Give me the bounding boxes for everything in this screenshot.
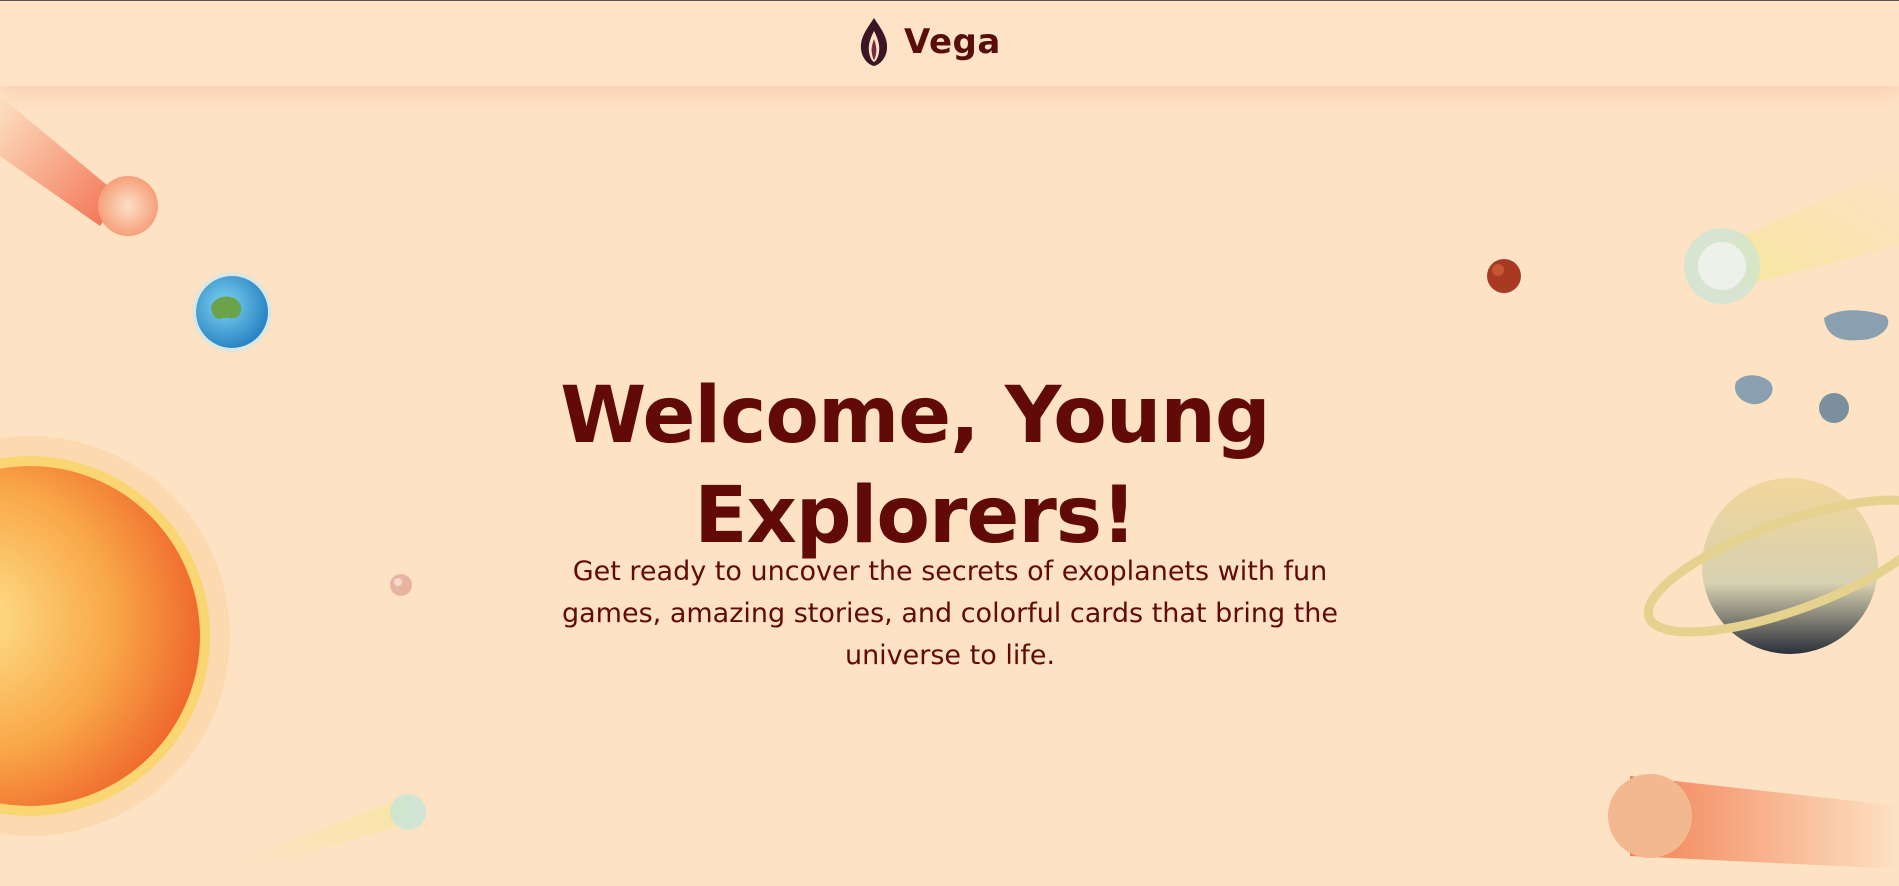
hero-title: Welcome, Young Explorers! (560, 371, 1270, 561)
brand-name: Vega (904, 22, 1001, 62)
mars-icon (1487, 259, 1521, 293)
top-navigation-bar: Vega (0, 0, 1899, 86)
hero-description: Get ready to uncover the secrets of exop… (561, 556, 1338, 671)
moon-icon (390, 574, 412, 596)
earth-icon (192, 272, 272, 352)
comet-icon (1608, 774, 1899, 869)
comet-icon (250, 794, 426, 869)
brand-home-link[interactable]: Vega (858, 17, 1001, 67)
sun-icon (0, 436, 230, 836)
saturn-icon (1643, 478, 1899, 654)
hero-section: Welcome, Young Explorers! Get ready to u… (0, 86, 1899, 869)
flame-logo-icon (860, 18, 888, 66)
comet-icon (0, 96, 158, 236)
